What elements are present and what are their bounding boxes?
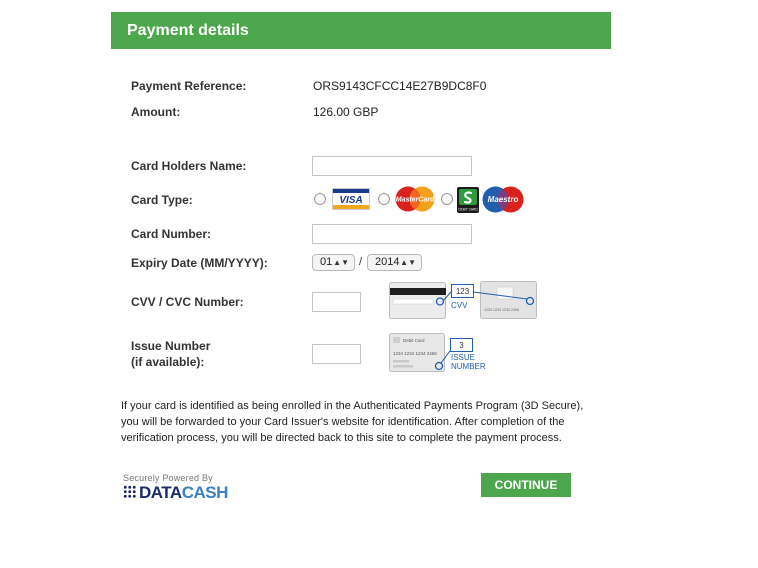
datacash-logo-cash: CASH: [181, 483, 229, 502]
svg-text:Debit Card: Debit Card: [403, 338, 425, 343]
issue-number-example-illustration: Debit Card 1234 1234 1234 2456 3 ISSUE N…: [389, 333, 489, 373]
visa-logo-icon: VISA: [332, 188, 370, 210]
cvv-example-illustration: 123 CVV 1234 1234 1234 2456: [389, 280, 539, 320]
card-type-visa-radio[interactable]: [314, 193, 326, 205]
svg-text:MasterCard: MasterCard: [396, 197, 435, 204]
card-type-mastercard-radio[interactable]: [378, 193, 390, 205]
issue-number-sublabel: (if available):: [131, 355, 205, 369]
datacash-logo-data: DATA: [139, 483, 182, 502]
svg-text:VISA: VISA: [339, 195, 362, 206]
amount-value: 126.00 GBP: [313, 105, 379, 119]
mastercard-logo-icon: MasterCard: [394, 186, 436, 212]
svg-text:NUMBER: NUMBER: [451, 362, 486, 371]
card-type-solo-maestro-radio[interactable]: [441, 193, 453, 205]
svg-text:DEBIT CARD: DEBIT CARD: [458, 208, 478, 212]
expiry-separator: /: [359, 256, 363, 268]
expiry-month-value: 01: [320, 256, 333, 268]
3d-secure-info-text: If your card is identified as being enro…: [121, 400, 584, 444]
page-header: Payment details: [111, 12, 611, 49]
cvv-input[interactable]: [312, 292, 361, 312]
svg-text:Maestro: Maestro: [488, 195, 519, 204]
amount-label: Amount:: [131, 105, 181, 119]
svg-text:123: 123: [456, 287, 470, 296]
card-number-label: Card Number:: [131, 227, 212, 241]
select-arrows-icon: ▲▼: [400, 258, 416, 267]
payment-reference-value: ORS9143CFCC14E27B9DC8F0: [313, 79, 487, 93]
expiry-year-select[interactable]: 2014 ▲▼: [367, 254, 422, 271]
page-title: Payment details: [127, 22, 249, 39]
solo-logo-icon: DEBIT CARD: [457, 187, 479, 213]
card-holder-name-input[interactable]: [312, 156, 472, 176]
expiry-date-label: Expiry Date (MM/YYYY):: [131, 256, 268, 270]
svg-text:3: 3: [459, 341, 464, 350]
card-type-label: Card Type:: [131, 193, 193, 207]
continue-button[interactable]: CONTINUE: [481, 473, 571, 497]
svg-text:ISSUE: ISSUE: [451, 353, 475, 362]
issue-number-input[interactable]: [312, 344, 361, 364]
svg-text:1234 1234 1234 2456: 1234 1234 1234 2456: [393, 351, 437, 356]
payment-reference-label: Payment Reference:: [131, 79, 247, 93]
expiry-month-select[interactable]: 01 ▲▼: [312, 254, 355, 271]
datacash-logo: DATACASH: [123, 483, 228, 503]
issue-number-label: Issue Number: [131, 339, 211, 353]
card-holder-name-label: Card Holders Name:: [131, 159, 247, 173]
maestro-logo-icon: Maestro: [481, 186, 525, 213]
svg-text:CVV: CVV: [451, 301, 468, 310]
expiry-year-value: 2014: [375, 256, 400, 268]
cvv-label: CVV / CVC Number:: [131, 295, 244, 309]
card-number-input[interactable]: [312, 224, 472, 244]
powered-by-caption: Securely Powered By: [123, 473, 213, 483]
datacash-dots-icon: [123, 485, 137, 499]
select-arrows-icon: ▲▼: [333, 258, 349, 267]
svg-text:1234 1234 1234 2456: 1234 1234 1234 2456: [484, 308, 519, 312]
